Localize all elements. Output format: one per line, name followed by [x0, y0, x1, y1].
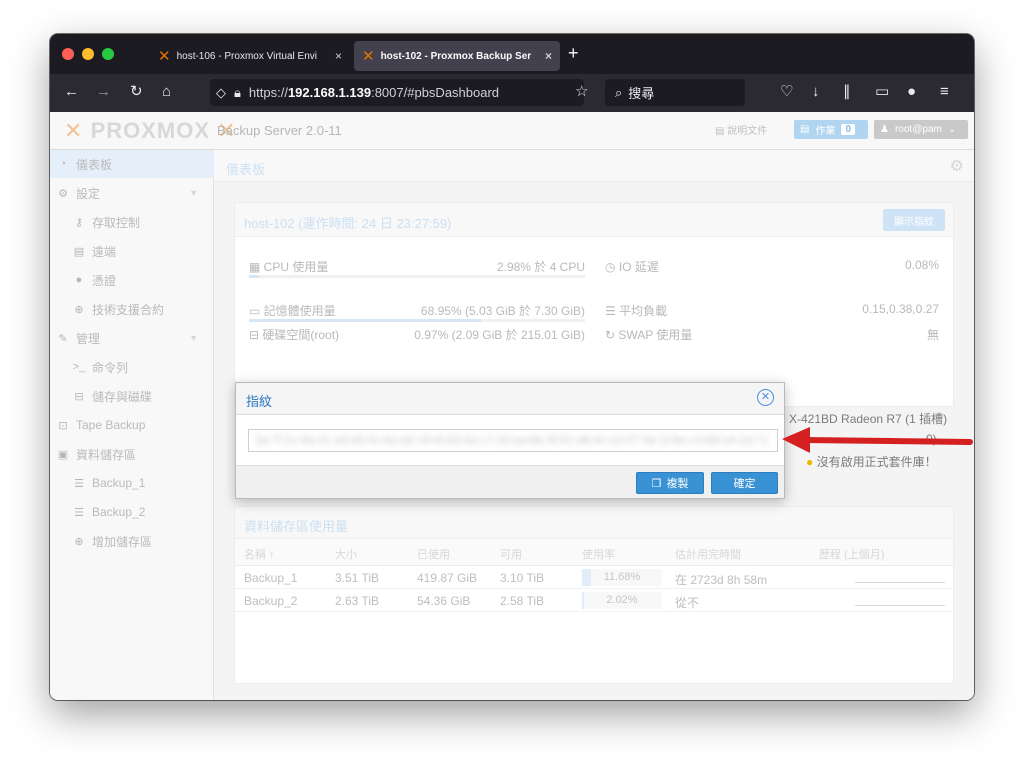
close-tab-icon[interactable]: × — [545, 49, 552, 63]
annotation-arrow — [782, 427, 973, 453]
shield-icon: ◇ — [216, 84, 226, 100]
dialog-title: 指紋 — [246, 394, 273, 409]
dialog-footer: ❐ 複製 確定 — [236, 465, 784, 498]
fingerprint-field[interactable]: 3a:7f:2c:9d:41:e8:b5:0c:6a:d2:19:f4:83:5… — [248, 429, 778, 452]
search-icon: ⌕ — [615, 84, 623, 100]
copy-button[interactable]: ❐ 複製 — [636, 472, 704, 494]
menu-icon[interactable]: ≡ — [940, 83, 949, 101]
browser-tab-host-102[interactable]: ✕ host-102 - Proxmox Backup Ser × — [354, 41, 560, 71]
annotation-arrow-head — [782, 427, 810, 453]
minimize-window-button[interactable] — [82, 48, 94, 60]
close-icon[interactable]: ✕ — [757, 389, 774, 406]
copy-icon: ❐ — [651, 477, 662, 490]
search-input[interactable]: ⌕ 搜尋 — [605, 79, 745, 106]
proxmox-favicon-icon: ✕ — [362, 48, 375, 65]
zoom-window-button[interactable] — [102, 48, 114, 60]
download-icon[interactable]: ↓ — [812, 83, 820, 101]
close-window-button[interactable] — [62, 48, 74, 60]
back-icon[interactable]: ← — [64, 83, 79, 101]
browser-tab-host-106[interactable]: ✕ host-106 - Proxmox Virtual Envi × — [150, 41, 350, 71]
home-icon[interactable]: ⌂ — [162, 83, 171, 101]
browser-window: ✕ host-106 - Proxmox Virtual Envi × ✕ ho… — [50, 34, 974, 700]
pocket-icon[interactable]: ♡ — [780, 83, 793, 101]
dialog-body: 3a:7f:2c:9d:41:e8:b5:0c:6a:d2:19:f4:83:5… — [236, 415, 784, 465]
reload-icon[interactable]: ↻ — [130, 83, 143, 101]
sidebar-toggle-icon[interactable]: ▭ — [875, 83, 889, 101]
bookmark-star-icon[interactable]: ☆ — [575, 83, 588, 101]
annotation-arrow-shaft — [801, 437, 973, 445]
new-tab-button[interactable]: + — [568, 43, 579, 64]
ok-button[interactable]: 確定 — [711, 472, 778, 494]
fingerprint-value: 3a:7f:2c:9d:41:e8:b5:0c:6a:d2:19:f4:83:5… — [255, 433, 769, 447]
lock-warning-icon[interactable]: 🔒︎ — [234, 85, 241, 101]
forward-icon[interactable]: → — [96, 83, 111, 101]
url-bar[interactable]: ◇ 🔒︎ https://192.168.1.139:8007/#pbsDash… — [210, 79, 584, 106]
proxmox-page: ✕ PROXMOX ✕ Backup Server 2.0-11 ▤ 說明文件 … — [50, 112, 974, 700]
library-icon[interactable]: ∥ — [843, 83, 851, 101]
navigation-bar: ← → ↻ ⌂ ◇ 🔒︎ https://192.168.1.139:8007/… — [50, 74, 974, 112]
dialog-header: 指紋 ✕ — [236, 383, 784, 415]
fingerprint-dialog: 指紋 ✕ 3a:7f:2c:9d:41:e8:b5:0c:6a:d2:19:f4… — [235, 382, 785, 499]
tab-bar: ✕ host-106 - Proxmox Virtual Envi × ✕ ho… — [50, 34, 974, 74]
account-icon[interactable]: ● — [907, 83, 916, 101]
proxmox-favicon-icon: ✕ — [158, 48, 171, 65]
close-tab-icon[interactable]: × — [335, 49, 342, 63]
